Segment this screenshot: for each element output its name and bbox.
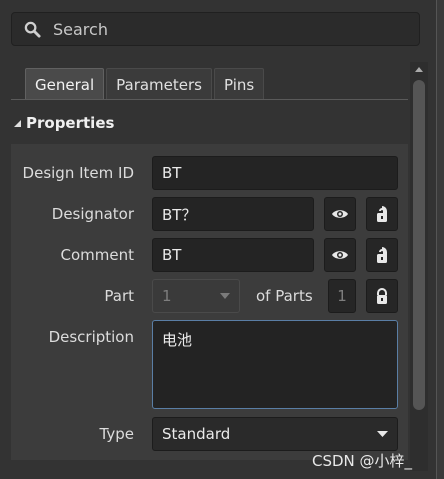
part-lock-button[interactable] (366, 279, 398, 313)
properties-section-header[interactable]: Properties (12, 114, 114, 132)
part-value: 1 (162, 287, 172, 305)
tab-divider (11, 99, 408, 100)
tab-parameters[interactable]: Parameters (106, 68, 212, 100)
design-item-id-label: Design Item ID (22, 164, 134, 182)
designator-lock-button[interactable] (366, 197, 398, 231)
designator-field[interactable]: BT？ (152, 197, 314, 231)
search-input[interactable]: Search (11, 12, 420, 46)
of-parts-value: 1 (328, 279, 356, 313)
part-select: 1 (152, 279, 240, 313)
collapse-triangle-icon (14, 120, 21, 127)
comment-field[interactable]: BT (152, 238, 314, 272)
scroll-up-arrow[interactable] (410, 62, 428, 76)
of-parts-label: of Parts (256, 287, 313, 305)
description-label: Description (48, 328, 134, 346)
tab-pins[interactable]: Pins (213, 68, 265, 100)
tab-general[interactable]: General (25, 68, 105, 100)
designator-label: Designator (51, 205, 134, 223)
design-item-id-field[interactable]: BT (152, 156, 398, 190)
part-label: Part (104, 287, 134, 305)
type-value: Standard (162, 425, 231, 443)
search-placeholder: Search (53, 19, 108, 39)
section-title: Properties (26, 114, 115, 132)
tab-bar: General Parameters Pins (25, 68, 266, 100)
comment-label: Comment (60, 246, 135, 264)
window-edge (436, 0, 444, 479)
description-textarea[interactable]: 电池 (152, 320, 398, 409)
unlock-icon (377, 247, 387, 263)
eye-icon (332, 210, 348, 218)
type-label: Type (99, 425, 134, 443)
watermark-text: CSDN @小梓_ (312, 452, 413, 470)
search-icon (24, 21, 41, 38)
scrollbar-thumb[interactable] (413, 80, 425, 410)
unlock-icon (377, 206, 387, 222)
chevron-down-icon (220, 293, 230, 299)
eye-icon (332, 251, 348, 259)
comment-visibility-button[interactable] (324, 238, 356, 272)
type-select[interactable]: Standard (152, 417, 398, 451)
comment-lock-button[interactable] (366, 238, 398, 272)
designator-visibility-button[interactable] (324, 197, 356, 231)
chevron-down-icon (377, 431, 388, 437)
lock-icon (377, 288, 387, 304)
